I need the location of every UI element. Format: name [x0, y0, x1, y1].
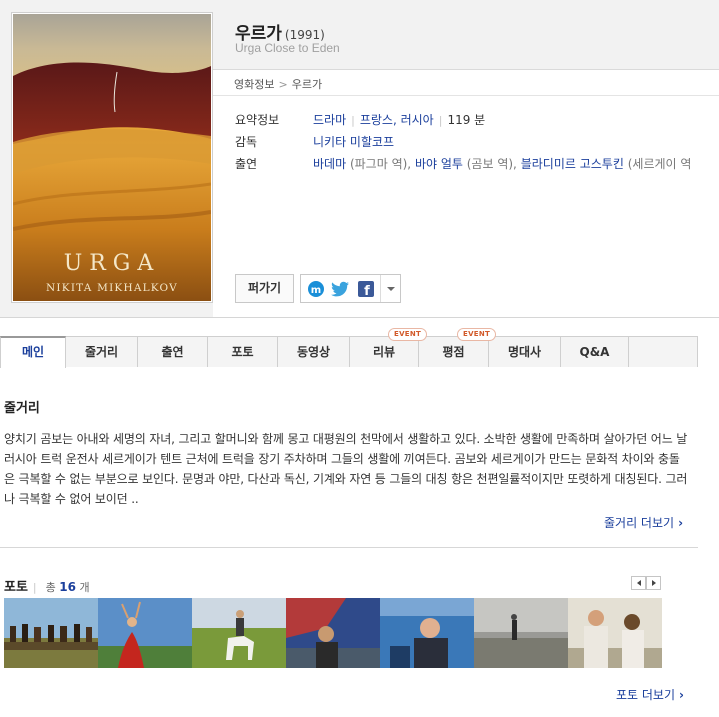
photo-thumbnail[interactable] [98, 598, 192, 668]
event-badge: EVENT [457, 328, 497, 341]
tab-bar-fill [629, 336, 698, 367]
divider [213, 95, 719, 96]
me2day-icon[interactable]: m [306, 280, 326, 298]
facebook-icon[interactable]: f [356, 280, 376, 299]
tab-cast[interactable]: 출연 [138, 336, 208, 367]
movie-year: (1991) [284, 28, 325, 42]
event-badge: EVENT [388, 328, 428, 341]
breadcrumb-movie-info[interactable]: 영화정보 [234, 78, 274, 91]
twitter-icon[interactable] [331, 280, 351, 298]
country-link[interactable]: 프랑스, 러시아 [360, 113, 434, 127]
movie-info-panel: 영화정보 > 우르가 요약정보 드라마 | 프랑스, 러시아 | 119 분 감독 니키타 미할… [213, 69, 719, 317]
tab-photo[interactable]: 포토 [208, 336, 278, 367]
movie-tab-bar: 메인 줄거리 출연 포토 동영상 리뷰 평점 명대사 Q&A EVENT EVE… [0, 328, 698, 368]
count-suffix: 개 [79, 581, 90, 594]
cast-link[interactable]: 바데마 [313, 157, 346, 171]
photo-section-title: 포토 [4, 580, 28, 595]
director-link[interactable]: 니키타 미할코프 [313, 135, 394, 149]
cast-link[interactable]: 바야 얼투 [415, 157, 463, 171]
pipe-divider: | [32, 581, 37, 594]
synopsis-text: 양치기 곰보는 아내와 세명의 자녀, 그리고 할머니와 함께 몽고 대평원의 … [4, 432, 688, 506]
movie-header: URGA NIKITA MIKHALKOV 우르가 (1991) Urga Clo… [0, 0, 719, 318]
count-prefix: 총 [45, 581, 56, 594]
chevron-down-icon [387, 287, 395, 291]
synopsis-more-label: 줄거리 더보기 [604, 516, 675, 530]
director-row: 감독 니키타 미할코프 [235, 133, 691, 155]
cast-label: 출연 [235, 157, 258, 171]
photo-thumbnail[interactable] [192, 598, 286, 668]
photo-thumbnail[interactable] [474, 598, 568, 668]
summary-row: 요약정보 드라마 | 프랑스, 러시아 | 119 분 [235, 111, 691, 133]
count-value: 16 [59, 580, 76, 594]
director-label: 감독 [235, 135, 258, 149]
tab-synopsis[interactable]: 줄거리 [66, 336, 138, 367]
breadcrumb-current[interactable]: 우르가 [292, 78, 322, 91]
cast-role: (파그마 역), [349, 157, 412, 171]
photo-more-link[interactable]: 포토 더보기 › [616, 686, 684, 703]
photo-header: 포토 | 총 16 개 [4, 576, 90, 595]
photo-thumbnail[interactable] [4, 598, 98, 668]
tab-qna[interactable]: Q&A [561, 336, 629, 367]
svg-text:f: f [364, 284, 370, 298]
photo-more-label: 포토 더보기 [616, 688, 676, 702]
tab-quotes[interactable]: 명대사 [489, 336, 561, 367]
english-title: Urga Close to Eden [235, 41, 340, 55]
arrow-left-icon [637, 580, 641, 586]
section-divider [0, 547, 698, 548]
breadcrumb: 영화정보 > 우르가 [234, 76, 322, 92]
tab-main[interactable]: 메인 [0, 336, 66, 368]
more-share-dropdown[interactable] [380, 275, 400, 302]
pipe-divider: | [438, 114, 443, 127]
photo-thumbnail[interactable] [286, 598, 380, 668]
cast-role: (세르게이 역 [627, 157, 692, 171]
cast-link[interactable]: 블라디미르 고스투킨 [521, 157, 624, 171]
movie-poster[interactable]: URGA NIKITA MIKHALKOV [11, 12, 213, 303]
synopsis-more-link[interactable]: 줄거리 더보기 › [604, 514, 683, 531]
arrow-right-icon [652, 580, 656, 586]
poster-credit: NIKITA MIKHALKOV [46, 282, 178, 294]
tab-video[interactable]: 동영상 [278, 336, 350, 367]
genre-link[interactable]: 드라마 [313, 113, 346, 127]
pipe-divider: | [351, 114, 355, 127]
synopsis-title: 줄거리 [4, 401, 40, 416]
poster-title: URGA [64, 251, 161, 276]
cast-row: 출연 바데마 (파그마 역), 바야 얼투 (곰보 역), 블라디미르 고스투킨 … [235, 155, 691, 177]
sns-share-group: m f [300, 274, 401, 303]
cast-role: (곰보 역), [466, 157, 517, 171]
photo-prev-button[interactable] [631, 576, 646, 590]
photo-thumbnail[interactable] [380, 598, 474, 668]
photo-count: 총 16 개 [45, 580, 90, 594]
breadcrumb-separator-icon: > [278, 78, 288, 91]
share-button[interactable]: 퍼가기 [235, 274, 294, 303]
chevron-right-icon: › [679, 688, 684, 702]
chevron-right-icon: › [678, 516, 684, 530]
summary-label: 요약정보 [235, 113, 280, 127]
photo-next-button[interactable] [646, 576, 661, 590]
info-rows: 요약정보 드라마 | 프랑스, 러시아 | 119 분 감독 니키타 미할코프 출연 바데마 … [235, 111, 691, 177]
svg-text:m: m [311, 285, 321, 296]
photo-thumbnail[interactable] [568, 598, 662, 668]
runtime: 119 분 [447, 113, 486, 127]
